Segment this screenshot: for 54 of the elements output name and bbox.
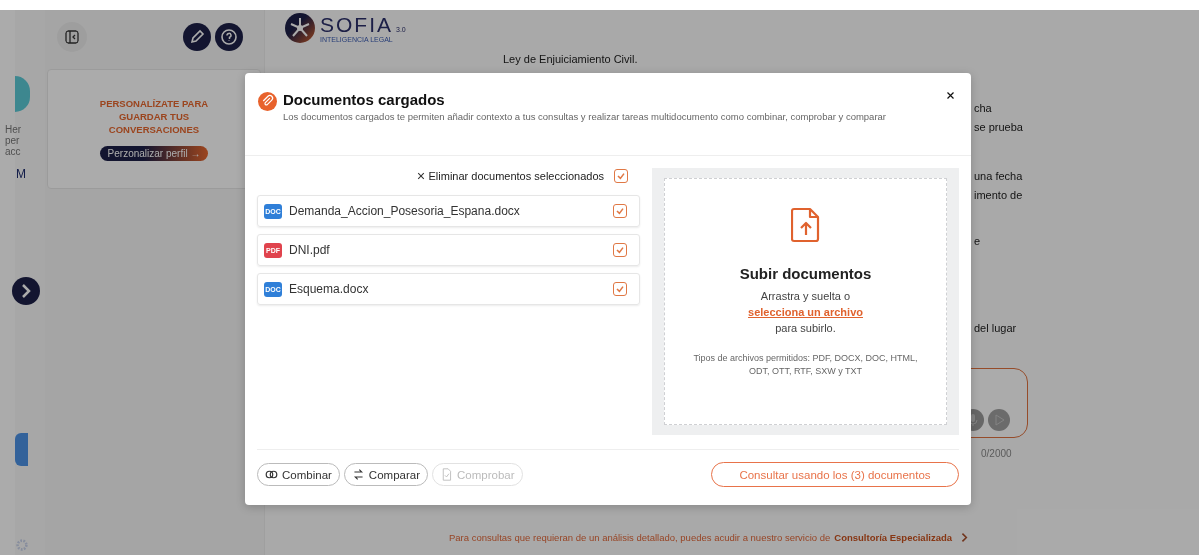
action-button[interactable]: Combinar xyxy=(257,463,340,486)
upload-dropzone[interactable]: Subir documentos Arrastra y suelta o selecciona un archivo para subirlo. Tipos de archivos permitidos: PDF, DOCX, DOC, HTML, ODT, OTT, RTF, SXW y TXT xyxy=(664,178,947,425)
character-counter: 0/2000 xyxy=(981,448,1012,459)
chat-message-text: e xyxy=(974,234,982,249)
arrows-icon xyxy=(351,468,365,481)
upload-text: Arrastra y suelta o xyxy=(760,289,851,304)
checkmark-icon xyxy=(614,283,626,295)
consulting-link[interactable]: Consultoría Especializada xyxy=(834,532,953,543)
paperclip-icon xyxy=(258,92,277,111)
chat-message-text: del lugar xyxy=(974,321,1018,336)
help-icon[interactable] xyxy=(215,23,243,51)
chat-message-text: Ley de Enjuiciamiento Civil. xyxy=(503,53,638,65)
logo-icon xyxy=(285,13,315,43)
checkbox[interactable] xyxy=(613,282,627,296)
close-icon[interactable] xyxy=(946,91,955,100)
sidebar-text: per xyxy=(5,135,21,146)
footer-text: Para consultas que requieran de un análisis detallado, puedes acudir a nuestro servicio de xyxy=(449,532,831,543)
chevron-right-icon xyxy=(960,532,969,543)
file-upload-icon xyxy=(790,207,821,243)
document-check-icon xyxy=(440,468,453,481)
checkmark-icon xyxy=(614,205,626,217)
upload-title: Subir documentos xyxy=(739,265,872,282)
checkbox[interactable] xyxy=(613,204,627,218)
checkmark-icon xyxy=(615,170,627,182)
checkmark-icon xyxy=(614,244,626,256)
dialog-description: Los documentos cargados te permiten añadir contexto a tus consultas y realizar tareas multidocumento como combinar, comprobar y comparar xyxy=(283,111,888,123)
action-button[interactable]: Comparar xyxy=(343,463,428,486)
menu-item[interactable]: M xyxy=(16,167,26,181)
sidebar-text: acc xyxy=(5,146,22,157)
chat-message-text: cha xyxy=(974,101,993,116)
document-name: Demanda_Accion_Posesoria_Espana.docx xyxy=(289,204,521,218)
chat-message-text: se prueba xyxy=(974,120,1023,135)
delete-selected-button[interactable]: Eliminar documentos seleccionados xyxy=(416,168,604,184)
profile-card-title: PERSONALÍZATE PARA GUARDAR TUS CONVERSACIONES xyxy=(98,97,210,136)
sidebar-text: Her xyxy=(5,124,22,135)
personalize-profile-button[interactable]: Perzonalizar perfil → xyxy=(99,146,209,161)
allowed-types-text: Tipos de archivos permitidos: PDF, DOCX, DOC, HTML, ODT, OTT, RTF, SXW y TXT xyxy=(692,352,919,378)
document-name: Esquema.docx xyxy=(289,282,370,296)
expand-icon[interactable] xyxy=(12,277,40,305)
avatar-icon xyxy=(15,76,30,112)
upload-text: para subirlo. xyxy=(775,321,836,336)
dialog-title: Documentos cargados xyxy=(283,91,446,108)
checkbox[interactable] xyxy=(614,169,628,183)
collapse-sidebar-icon[interactable] xyxy=(57,22,87,52)
logo-text: SOFIA xyxy=(320,13,393,36)
chat-message-text: una fecha xyxy=(974,169,1023,184)
side-tab[interactable] xyxy=(15,433,28,466)
select-file-link[interactable]: selecciona un archivo xyxy=(748,304,863,320)
chat-message-text: imento de xyxy=(974,188,1023,203)
document-name: DNI.pdf xyxy=(289,243,331,257)
rings-icon xyxy=(265,468,278,481)
edit-icon[interactable] xyxy=(183,23,211,51)
close-icon xyxy=(416,172,425,180)
checkbox[interactable] xyxy=(613,243,627,257)
